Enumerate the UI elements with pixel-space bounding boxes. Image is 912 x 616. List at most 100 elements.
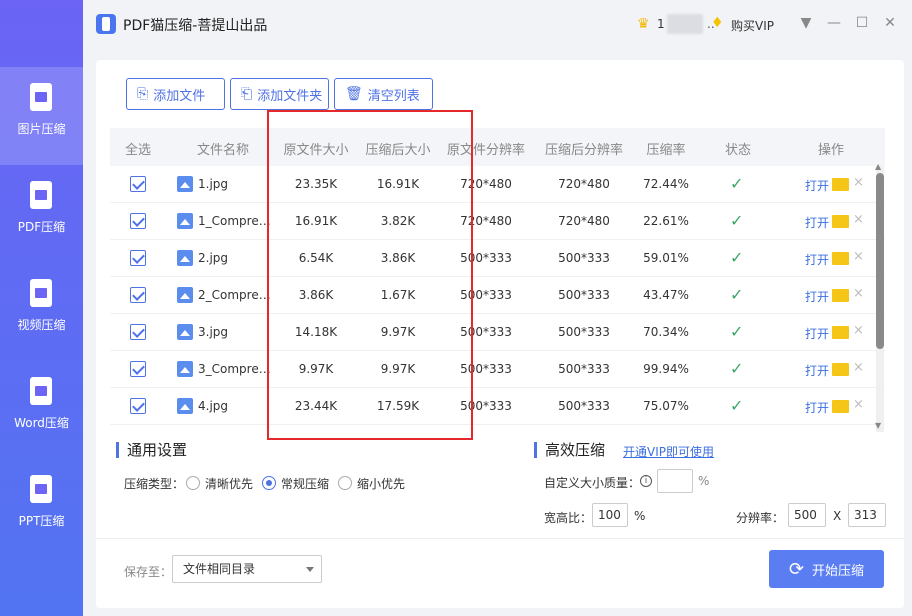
open-link[interactable]: 打开 [805,177,829,194]
row-checkbox[interactable] [130,250,146,266]
image-icon [177,287,193,303]
start-compress-label: 开始压缩 [812,563,865,579]
scrollbar-thumb[interactable] [876,173,884,349]
original-size: 3.86K [298,288,334,302]
sidebar-item-label: 视频压缩 [17,318,66,332]
diamond-icon: ♦ [711,15,724,31]
info-icon[interactable]: i [640,475,652,487]
select-all-header[interactable]: 全选 [120,139,156,158]
save-location-select[interactable]: 文件相同目录 [172,555,322,583]
table-row: 2.jpg 6.54K 3.86K 500*333 500*333 59.01%… [110,240,885,277]
open-link[interactable]: 打开 [805,288,829,305]
scroll-up-arrow-icon[interactable]: ▲ [875,162,881,171]
file-name: 4.jpg [198,399,229,413]
general-settings-title: 通用设置 [116,442,187,458]
open-link[interactable]: 打开 [805,325,829,342]
maximize-button[interactable]: ☐ [852,13,872,33]
compressed-size: 1.67K [380,288,416,302]
add-file-label: 添加文件 [153,88,206,104]
open-link[interactable]: 打开 [805,399,829,416]
resolution-height-input[interactable]: 313 [848,503,886,527]
compression-rate: 22.61% [643,214,689,228]
close-window-button[interactable]: ✕ [880,13,900,33]
chevron-down-icon[interactable] [306,567,314,572]
folder-icon[interactable] [832,252,849,265]
remove-icon[interactable]: × [853,286,864,301]
image-icon [177,361,193,377]
resolution-label: 分辨率： [736,511,785,525]
option-clarity-priority[interactable]: 清晰优先 [205,475,253,492]
buy-vip-button[interactable]: 购买VIP [731,17,774,34]
option-size-priority[interactable]: 缩小优先 [357,475,405,492]
open-link[interactable]: 打开 [805,251,829,268]
ppt-file-icon [30,475,52,503]
remove-icon[interactable]: × [853,175,864,190]
check-icon: ✓ [730,322,744,341]
header-original-resolution: 原文件分辨率 [446,143,525,158]
row-checkbox[interactable] [130,324,146,340]
menu-dropdown-icon[interactable]: ▼ [796,13,816,33]
app-logo-icon [96,14,116,34]
add-file-icon: ⎘ [137,86,149,102]
scroll-down-arrow-icon[interactable]: ▼ [875,421,881,430]
folder-icon[interactable] [832,326,849,339]
table-row: 4.jpg 23.44K 17.59K 500*333 500*333 75.0… [110,388,885,425]
row-checkbox[interactable] [130,398,146,414]
compressed-size: 17.59K [376,399,420,413]
remove-icon[interactable]: × [853,323,864,338]
compressed-size: 16.91K [376,177,420,191]
table-row: 2_Compres... 3.86K 1.67K 500*333 500*333… [110,277,885,314]
file-name: 2_Compres... [198,288,272,302]
radio-size-priority[interactable] [338,476,352,490]
compression-rate: 43.47% [643,288,689,302]
check-icon: ✓ [730,285,744,304]
open-link[interactable]: 打开 [805,362,829,379]
folder-icon[interactable] [832,289,849,302]
start-compress-button[interactable]: ⟳ 开始压缩 [769,550,884,588]
sidebar-item-word-compress[interactable]: Word压缩 [0,361,83,459]
file-name: 1.jpg [198,177,229,191]
table-header: 全选 文件名称 原文件大小 压缩后大小 原文件分辨率 压缩后分辨率 压缩率 状态… [110,128,885,166]
row-checkbox[interactable] [130,176,146,192]
folder-icon[interactable] [832,400,849,413]
aspect-ratio-label: 宽高比： [544,511,593,525]
compression-rate: 99.94% [643,362,689,376]
add-file-button[interactable]: ⎘ 添加文件 [126,78,225,110]
row-checkbox[interactable] [130,287,146,303]
row-checkbox[interactable] [130,361,146,377]
sidebar-item-ppt-compress[interactable]: PPT压缩 [0,459,83,557]
folder-icon[interactable] [832,178,849,191]
radio-normal-compress[interactable] [262,476,276,490]
clear-list-button[interactable]: 🗑 清空列表 [334,78,433,110]
remove-icon[interactable]: × [853,397,864,412]
remove-icon[interactable]: × [853,249,864,264]
quality-input[interactable] [657,469,693,493]
aspect-ratio-input[interactable]: 100 [592,503,628,527]
remove-icon[interactable]: × [853,212,864,227]
check-icon: ✓ [730,174,744,193]
sidebar-item-video-compress[interactable]: 视频压缩 [0,263,83,361]
compressed-resolution: 720*480 [558,214,610,228]
folder-icon[interactable] [832,363,849,376]
minimize-button[interactable]: — [824,13,844,33]
sidebar-item-label: 图片压缩 [17,122,66,136]
sidebar-item-label: PPT压缩 [18,514,65,528]
row-checkbox[interactable] [130,213,146,229]
header-compressed-size: 压缩后大小 [365,143,431,158]
compressed-resolution: 500*333 [558,288,610,302]
compressed-resolution: 500*333 [558,399,610,413]
radio-clarity-priority[interactable] [186,476,200,490]
sidebar-item-pdf-compress[interactable]: PDF压缩 [0,165,83,263]
add-folder-button[interactable]: ⎗ 添加文件夹 [230,78,329,110]
remove-icon[interactable]: × [853,360,864,375]
compressed-resolution: 500*333 [558,362,610,376]
open-link[interactable]: 打开 [805,214,829,231]
username[interactable]: 1 [657,17,665,31]
sidebar-item-image-compress[interactable]: 图片压缩 [0,67,83,165]
image-icon [177,250,193,266]
folder-icon[interactable] [832,215,849,228]
open-vip-link[interactable]: 开通VIP即可使用 [623,443,714,460]
option-normal-compress[interactable]: 常规压缩 [281,475,329,492]
check-icon: ✓ [730,248,744,267]
resolution-width-input[interactable]: 500 [788,503,826,527]
